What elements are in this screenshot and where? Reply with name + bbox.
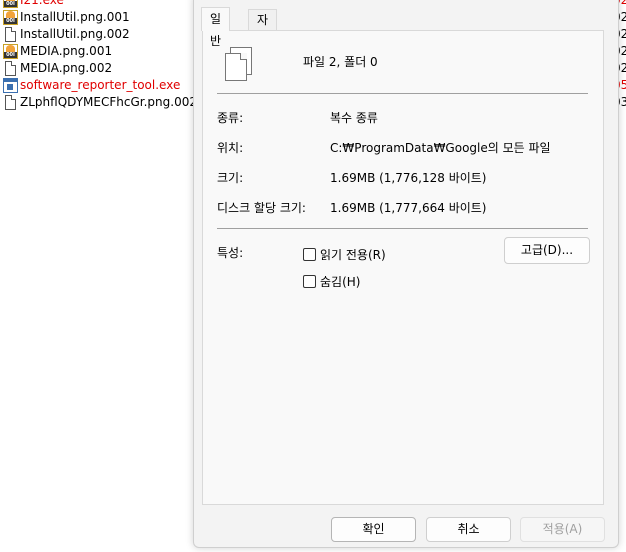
image-file-icon — [3, 44, 18, 59]
general-panel: 파일 2, 폴더 0 종류: 복수 종류 위치: C:₩ProgramData₩… — [202, 30, 604, 505]
document-icon — [5, 61, 16, 76]
file-name: I21.exe — [20, 0, 64, 7]
file-name: ZLphflQDYMECFhcGr.png.002 — [20, 95, 197, 109]
screen: I21.exe02-InstallUtil.png.00102-InstallU… — [0, 0, 626, 552]
tab-details[interactable]: 자세히 — [248, 9, 278, 67]
readonly-label: 읽기 전용(R) — [320, 248, 386, 262]
file-name: MEDIA.png.001 — [20, 44, 113, 58]
location-value: C:₩ProgramData₩Google의 모든 파일 — [330, 141, 551, 155]
file-name: InstallUtil.png.002 — [20, 27, 130, 41]
checkbox-box[interactable] — [303, 248, 316, 261]
location-label: 위치: — [217, 141, 244, 155]
checkbox-box[interactable] — [303, 275, 316, 288]
size-value: 1.69MB (1,776,128 바이트) — [330, 171, 487, 185]
document-icon — [5, 27, 16, 42]
image-file-icon — [3, 0, 18, 8]
file-name: software_reporter_tool.exe — [20, 78, 181, 92]
type-label: 종류: — [217, 111, 244, 125]
separator — [217, 228, 588, 229]
ok-button[interactable]: 확인 — [331, 517, 416, 542]
readonly-checkbox[interactable]: 읽기 전용(R) — [303, 247, 386, 263]
disk-size-value: 1.69MB (1,777,664 바이트) — [330, 201, 487, 215]
apply-button[interactable]: 적용(A) — [520, 517, 605, 542]
hidden-label: 숨김(H) — [320, 275, 361, 289]
exe-file-icon — [3, 78, 18, 93]
separator — [217, 93, 588, 94]
selection-summary: 파일 2, 폴더 0 — [303, 55, 378, 69]
size-label: 크기: — [217, 171, 244, 185]
attributes-label: 특성: — [217, 246, 244, 260]
properties-dialog: 일반 자세히 파일 2, 폴더 0 종류: 복수 종류 위치: C:₩Progr… — [193, 0, 619, 548]
tab-general[interactable]: 일반 — [201, 7, 231, 48]
image-file-icon — [3, 10, 18, 25]
type-value: 복수 종류 — [330, 111, 378, 125]
hidden-checkbox[interactable]: 숨김(H) — [303, 274, 360, 290]
disk-size-label: 디스크 할당 크기: — [217, 201, 306, 215]
multiple-files-icon — [225, 47, 253, 82]
document-icon — [5, 95, 16, 110]
advanced-button[interactable]: 고급(D)... — [504, 237, 590, 264]
file-name: MEDIA.png.002 — [20, 61, 113, 75]
cancel-button[interactable]: 취소 — [426, 517, 511, 542]
file-name: InstallUtil.png.001 — [20, 10, 130, 24]
